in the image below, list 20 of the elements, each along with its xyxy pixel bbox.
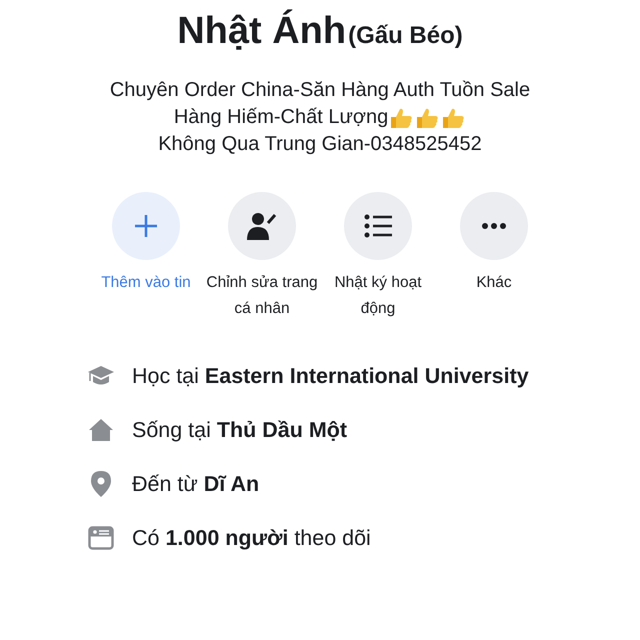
profile-nickname: (Gấu Béo) — [348, 22, 463, 50]
plus-icon — [133, 213, 159, 239]
profile-detail-text: Học tại Eastern International University — [132, 363, 529, 390]
profile-name: Nhật Ánh — [177, 10, 346, 53]
profile-action-button[interactable]: Khác — [436, 192, 552, 322]
bio-text: Chuyên Order China-Săn Hàng Auth Tuồn Sale — [110, 78, 530, 103]
bio-text: Hàng Hiếm-Chất Lượng — [174, 105, 388, 130]
edit-profile-icon — [246, 211, 278, 241]
feed-icon — [88, 526, 114, 550]
profile-action-button[interactable]: Chỉnh sửa trang cá nhân — [204, 192, 320, 322]
profile-action-button[interactable]: Thêm vào tin — [88, 192, 204, 322]
home-icon — [88, 418, 114, 442]
profile-detail-text: Có 1.000 người theo dõi — [132, 525, 371, 552]
profile-action-button[interactable]: Nhật ký hoạt động — [320, 192, 436, 322]
bio-text: Không Qua Trung Gian-0348525452 — [158, 132, 482, 157]
list-icon — [364, 214, 392, 238]
profile-detail-text: Sống tại Thủ Dầu Một — [132, 417, 348, 444]
location-pin-icon — [91, 471, 111, 497]
profile-detail-text: Đến từ Dĩ An — [132, 471, 260, 498]
more-icon — [482, 223, 506, 229]
